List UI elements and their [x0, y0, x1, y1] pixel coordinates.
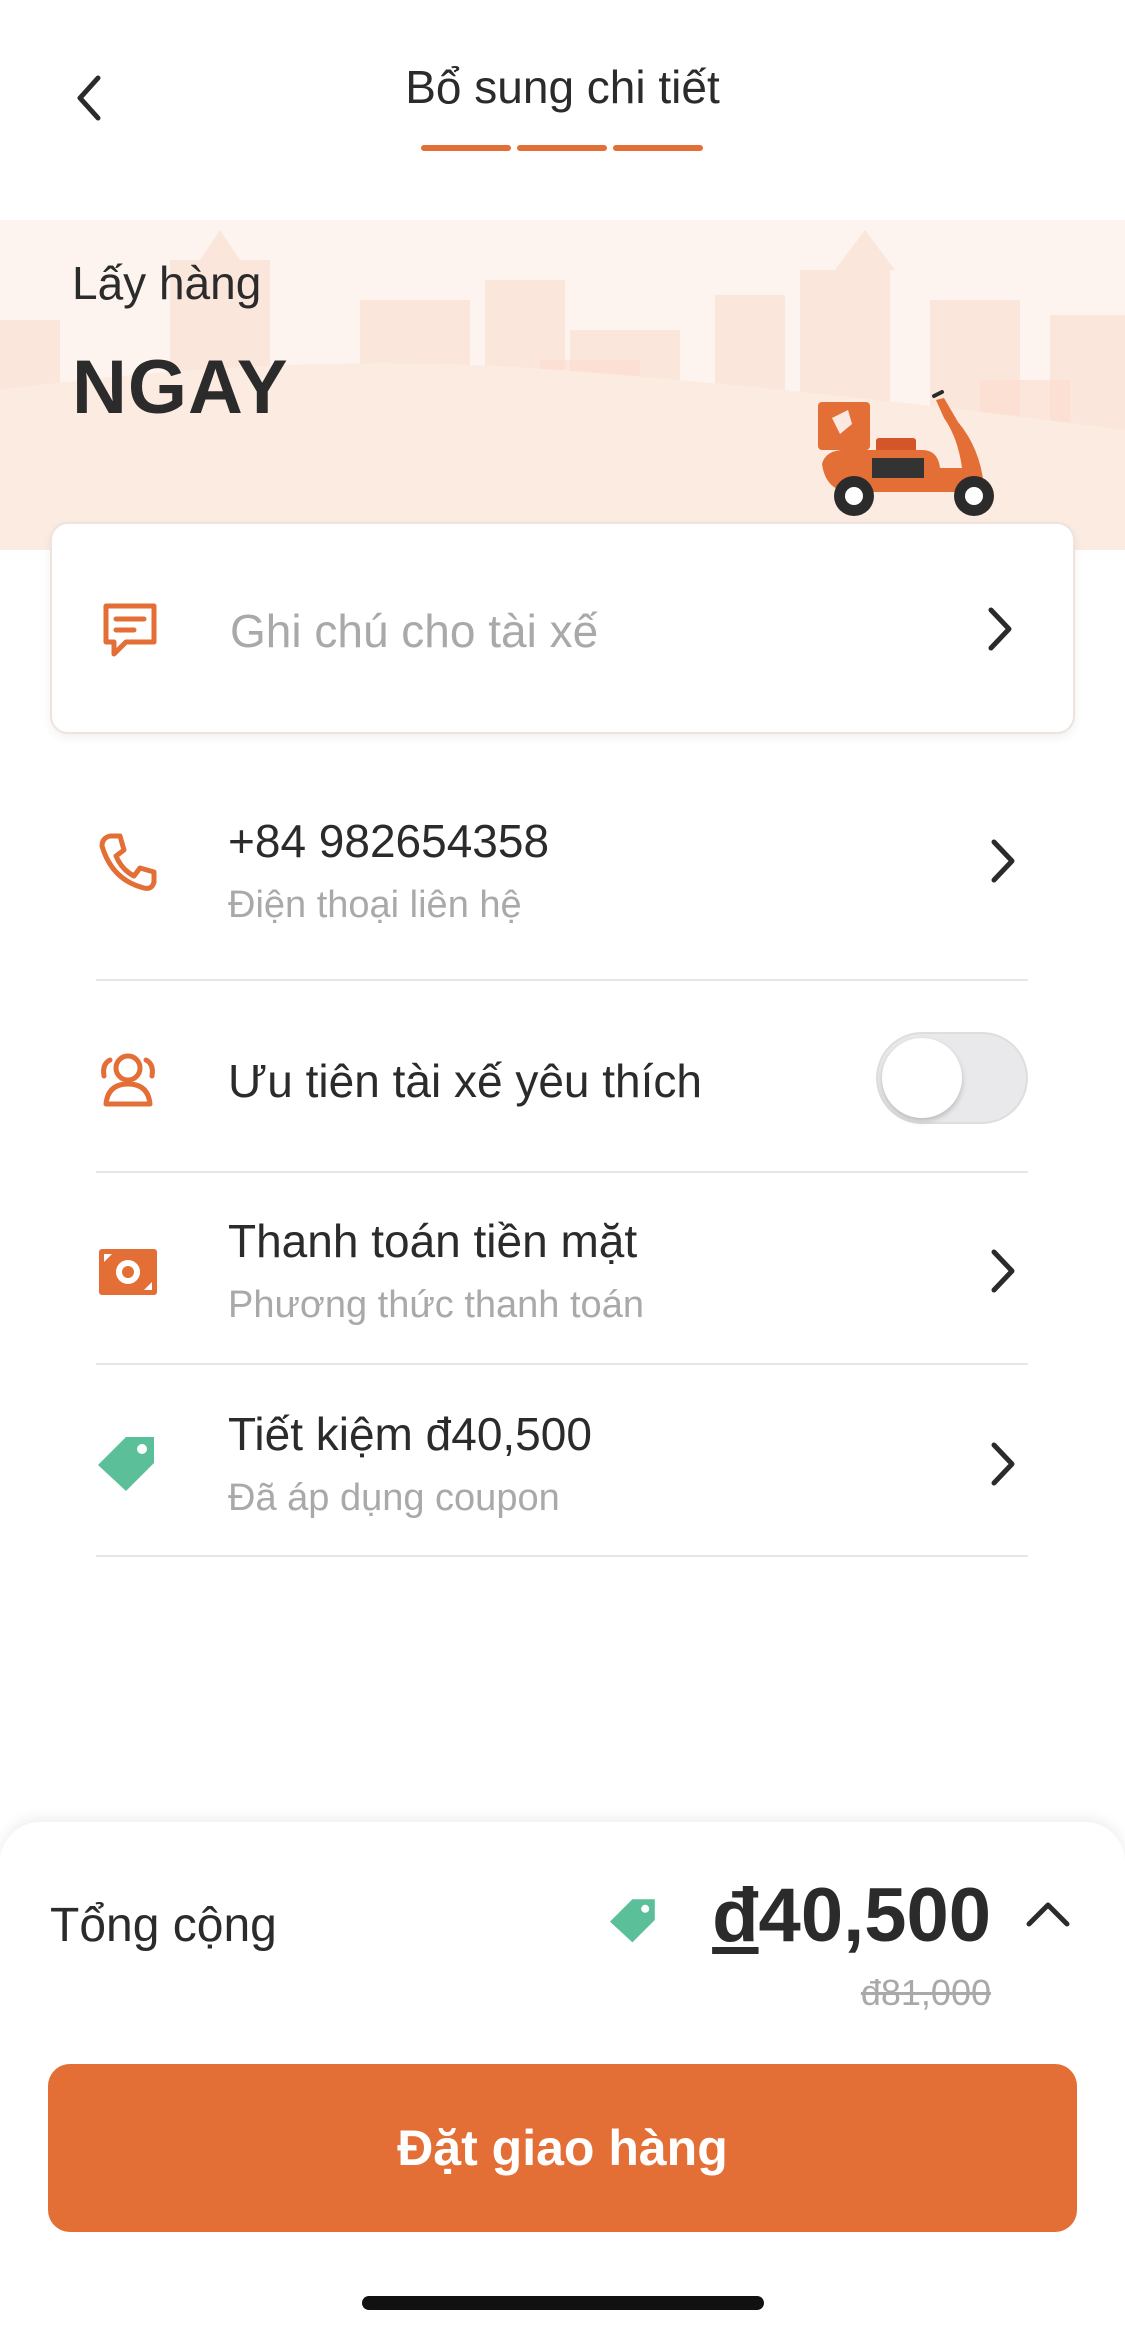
contact-phone-row[interactable]: +84 982654358 Điện thoại liên hệ — [96, 800, 1028, 950]
coupon-savings-label: Tiết kiệm đ40,500 — [228, 1408, 592, 1460]
contact-phone-caption: Điện thoại liên hệ — [228, 884, 522, 926]
divider — [96, 1171, 1028, 1173]
contact-phone-number: +84 982654358 — [228, 815, 550, 867]
tag-icon — [96, 1433, 160, 1498]
tag-icon — [608, 1896, 660, 1949]
original-price: đ81,000 — [860, 1972, 991, 2013]
toggle-knob — [882, 1038, 962, 1118]
total-price-value: 40,500 — [758, 1873, 991, 1958]
step-indicator-3 — [613, 145, 703, 151]
chevron-right-icon — [990, 838, 1016, 889]
chevron-up-icon — [1026, 1902, 1070, 1927]
delivery-scooter-illustration — [818, 390, 994, 516]
step-progress — [421, 145, 703, 151]
payment-method-row[interactable]: Thanh toán tiền mặt Phương thức thanh to… — [96, 1200, 1028, 1350]
favorite-driver-label: Ưu tiên tài xế yêu thích — [228, 1055, 702, 1107]
coupon-row[interactable]: Tiết kiệm đ40,500 Đã áp dụng coupon — [96, 1393, 1028, 1543]
total-label: Tổng cộng — [50, 1899, 277, 1952]
chevron-right-icon — [990, 1441, 1016, 1492]
home-indicator — [362, 2296, 764, 2310]
currency-symbol: đ — [712, 1873, 759, 1958]
expand-summary-button[interactable] — [1025, 1900, 1071, 1933]
favorite-driver-toggle[interactable] — [876, 1032, 1028, 1124]
chevron-right-icon — [990, 1248, 1016, 1299]
payment-method-label: Thanh toán tiền mặt — [228, 1215, 638, 1267]
phone-icon — [96, 830, 160, 899]
message-icon — [100, 602, 160, 663]
divider — [96, 1363, 1028, 1365]
pickup-time: NGAY — [72, 345, 289, 430]
driver-note-placeholder: Ghi chú cho tài xế — [230, 605, 599, 657]
divider — [96, 979, 1028, 981]
step-indicator-1 — [421, 145, 511, 151]
cash-icon — [96, 1246, 160, 1303]
pickup-label: Lấy hàng — [72, 257, 262, 309]
divider — [96, 1555, 1028, 1557]
page-title: Bổ sung chi tiết — [405, 61, 720, 113]
driver-note-field[interactable]: Ghi chú cho tài xế — [50, 522, 1075, 734]
step-indicator-2 — [517, 145, 607, 151]
chevron-right-icon — [987, 606, 1013, 657]
total-price: đ40,500 — [712, 1872, 991, 1959]
payment-method-caption: Phương thức thanh toán — [228, 1284, 644, 1326]
favorite-driver-row: Ưu tiên tài xế yêu thích — [96, 1008, 1028, 1148]
coupon-applied-caption: Đã áp dụng coupon — [228, 1477, 560, 1519]
driver-group-icon — [96, 1048, 160, 1113]
place-delivery-button[interactable]: Đặt giao hàng — [48, 2064, 1077, 2232]
